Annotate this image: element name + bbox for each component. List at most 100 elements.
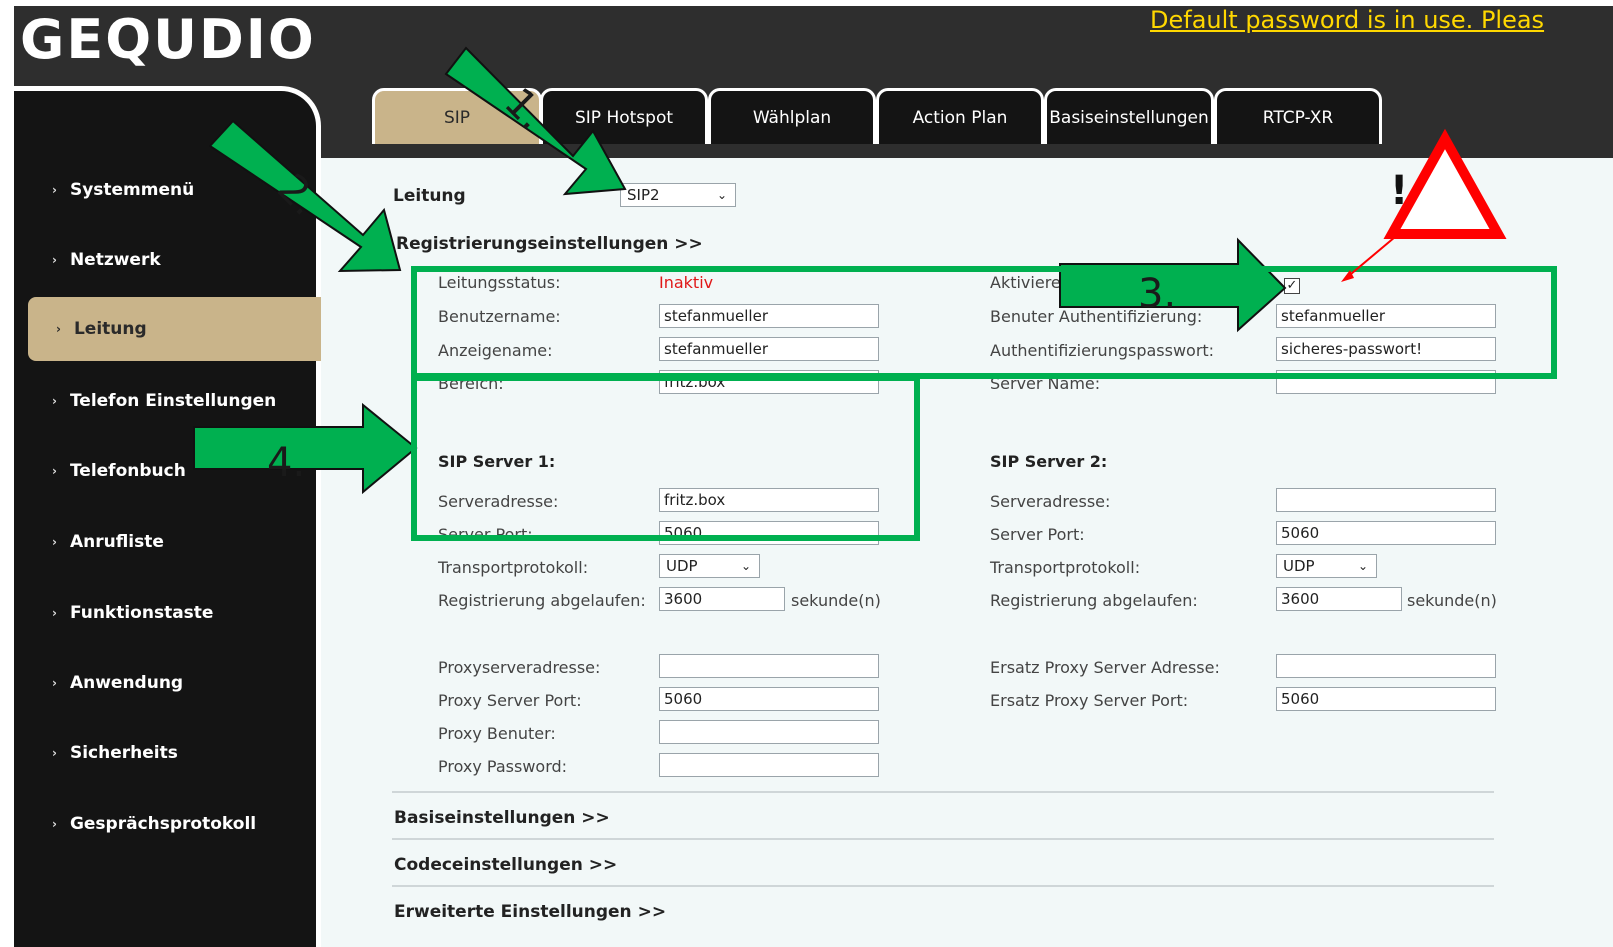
username-label: Benutzername: <box>438 307 561 326</box>
divider <box>392 838 1494 840</box>
chevron-right-icon: › <box>56 322 61 336</box>
server2-transport-value: UDP <box>1283 557 1315 575</box>
server-name-input[interactable] <box>1276 370 1496 394</box>
server2-port-label: Server Port: <box>990 525 1085 544</box>
tab-label: SIP Hotspot <box>574 107 674 128</box>
chevron-right-icon: › <box>52 606 57 620</box>
tab-waehlplan[interactable]: Wählplan <box>708 88 876 144</box>
proxy-user-input[interactable] <box>659 720 879 744</box>
server2-port-input[interactable]: 5060 <box>1276 521 1496 545</box>
server1-address-input[interactable]: fritz.box <box>659 488 879 512</box>
server1-expire-input[interactable]: 3600 <box>659 587 785 611</box>
proxy-address-label: Proxyserveradresse: <box>438 658 601 677</box>
warning-exclamation: ! <box>1390 168 1409 214</box>
proxy-user-label: Proxy Benuter: <box>438 724 556 743</box>
sidebar-item-label: Anwendung <box>69 673 184 693</box>
section-basiseinstellungen[interactable]: Basiseinstellungen >> <box>394 808 610 828</box>
chevron-down-icon: ⌄ <box>740 559 751 573</box>
activate-checkbox[interactable]: ✓ <box>1284 278 1300 294</box>
proxy-password-label: Proxy Password: <box>438 757 568 776</box>
sidebar-item-label: Netzwerk <box>69 250 161 270</box>
proxy-port-label: Proxy Server Port: <box>438 691 582 710</box>
sip-server-2-title: SIP Server 2: <box>990 452 1108 471</box>
chevron-right-icon: › <box>52 394 57 408</box>
server1-transport-select[interactable]: UDP ⌄ <box>659 554 760 578</box>
server2-transport-select[interactable]: UDP ⌄ <box>1276 554 1377 578</box>
sidebar-item-label: Leitung <box>73 319 147 339</box>
line-status-value: Inaktiv <box>659 273 714 292</box>
backup-proxy-port-label: Ersatz Proxy Server Port: <box>990 691 1189 710</box>
default-password-warning-link[interactable]: Default password is in use. Pleas <box>1150 6 1544 34</box>
tab-label: Action Plan <box>912 107 1008 128</box>
backup-proxy-port-input[interactable]: 5060 <box>1276 687 1496 711</box>
sidebar-item-label: Sicherheits <box>69 743 178 763</box>
tab-label: Wählplan <box>752 107 832 128</box>
chevron-right-icon: › <box>52 183 57 197</box>
auth-password-label: Authentifizierungspasswort: <box>990 341 1215 360</box>
proxy-address-input[interactable] <box>659 654 879 678</box>
app-frame: GEQUDIO Default password is in use. Plea… <box>14 6 1613 947</box>
server1-address-label: Serveradresse: <box>438 492 559 511</box>
line-select-value: SIP2 <box>627 186 660 204</box>
auth-password-input[interactable]: sicheres-passwort! <box>1276 337 1496 361</box>
sidebar-item-anwendung[interactable]: › Anwendung <box>52 653 183 713</box>
realm-label: Bereich: <box>438 374 504 393</box>
chevron-right-icon: › <box>52 676 57 690</box>
sidebar-item-leitung[interactable]: › Leitung <box>28 297 321 361</box>
server1-port-input[interactable]: 5060 <box>659 521 879 545</box>
tab-basiseinstellungen[interactable]: Basiseinstellungen <box>1044 88 1214 144</box>
display-name-input[interactable]: stefanmueller <box>659 337 879 361</box>
tab-sip-hotspot[interactable]: SIP Hotspot <box>540 88 708 144</box>
chevron-right-icon: › <box>52 817 57 831</box>
display-name-label: Anzeigename: <box>438 341 553 360</box>
auth-user-input[interactable]: stefanmueller <box>1276 304 1496 328</box>
activate-label: Aktiviere <box>990 273 1061 292</box>
sidebar-item-gespraechsprotokoll[interactable]: › Gesprächsprotokoll <box>52 794 256 854</box>
sidebar-item-systemmenu[interactable]: › Systemmenü <box>52 160 194 220</box>
server1-expire-label: Registrierung abgelaufen: <box>438 591 646 610</box>
divider <box>392 791 1494 793</box>
line-select[interactable]: SIP2 ⌄ <box>620 183 736 207</box>
section-erweiterte-einstellungen[interactable]: Erweiterte Einstellungen >> <box>394 902 666 922</box>
server1-transport-label: Transportprotokoll: <box>438 558 589 577</box>
backup-proxy-address-input[interactable] <box>1276 654 1496 678</box>
tab-action-plan[interactable]: Action Plan <box>876 88 1044 144</box>
chevron-down-icon: ⌄ <box>1357 559 1368 573</box>
line-label: Leitung <box>393 186 466 206</box>
sidebar-item-anrufliste[interactable]: › Anrufliste <box>52 512 164 572</box>
proxy-port-input[interactable]: 5060 <box>659 687 879 711</box>
server1-expire-unit: sekunde(n) <box>791 591 881 610</box>
chevron-right-icon: › <box>52 746 57 760</box>
server1-port-label: Server Port: <box>438 525 533 544</box>
sidebar-item-telefon-einstellungen[interactable]: › Telefon Einstellungen <box>52 371 276 431</box>
sidebar-item-funktionstaste[interactable]: › Funktionstaste <box>52 583 213 643</box>
annotation-step-3: 3. <box>1138 271 1177 317</box>
backup-proxy-address-label: Ersatz Proxy Server Adresse: <box>990 658 1220 677</box>
server2-address-input[interactable] <box>1276 488 1496 512</box>
chevron-right-icon: › <box>52 253 57 267</box>
sidebar-item-telefonbuch[interactable]: › Telefonbuch <box>52 441 186 501</box>
chevron-right-icon: › <box>52 464 57 478</box>
username-input[interactable]: stefanmueller <box>659 304 879 328</box>
sidebar-item-label: Gesprächsprotokoll <box>69 814 257 834</box>
server2-expire-input[interactable]: 3600 <box>1276 587 1402 611</box>
sidebar-item-label: Funktionstaste <box>69 603 214 623</box>
tab-label: SIP <box>443 107 471 128</box>
sidebar-item-sicherheits[interactable]: › Sicherheits <box>52 723 178 783</box>
sidebar-item-netzwerk[interactable]: › Netzwerk <box>52 230 161 290</box>
sidebar-item-label: Systemmenü <box>69 180 195 200</box>
divider <box>392 885 1494 887</box>
proxy-password-input[interactable] <box>659 753 879 777</box>
annotation-step-4: 4. <box>267 440 306 486</box>
sidebar-item-label: Telefon Einstellungen <box>69 391 277 411</box>
sidebar-item-label: Anrufliste <box>69 532 164 552</box>
realm-input[interactable]: fritz.box <box>659 370 879 394</box>
tab-rtcp-xr[interactable]: RTCP-XR <box>1214 88 1382 144</box>
section-codeceinstellungen[interactable]: Codeceinstellungen >> <box>394 855 617 875</box>
server-name-label: Server Name: <box>990 374 1101 393</box>
brand-logo: GEQUDIO <box>20 8 316 71</box>
sip-server-1-title: SIP Server 1: <box>438 452 556 471</box>
line-status-label: Leitungsstatus: <box>438 273 561 292</box>
registration-header[interactable]: Registrierungseinstellungen >> <box>396 234 703 254</box>
server2-transport-label: Transportprotokoll: <box>990 558 1141 577</box>
